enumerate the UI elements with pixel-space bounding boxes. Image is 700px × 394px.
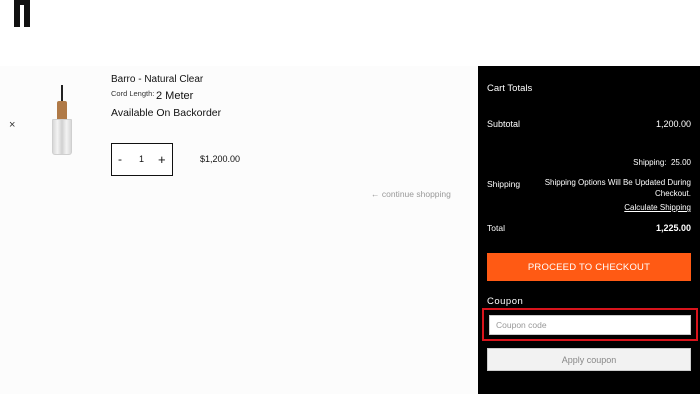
cord-length-value: 2 Meter	[156, 90, 194, 102]
coupon-code-input[interactable]	[489, 315, 691, 335]
quantity-value[interactable]: 1	[139, 154, 144, 164]
shipping-label: Shipping	[487, 179, 521, 189]
cord-length-label: Cord Length:	[111, 89, 155, 98]
quantity-stepper: - 1 +	[111, 143, 173, 176]
product-thumbnail[interactable]	[44, 85, 80, 157]
quantity-increase-button[interactable]: +	[158, 152, 166, 167]
quantity-decrease-button[interactable]: -	[118, 152, 122, 166]
subtotal-value: 1,200.00	[655, 119, 691, 129]
total-value: 1,225.00	[655, 223, 691, 233]
calculate-shipping-link[interactable]: Calculate Shipping	[624, 203, 691, 212]
proceed-to-checkout-button[interactable]: PROCEED TO CHECKOUT	[487, 253, 691, 281]
shipping-note: Shipping Options Will Be Updated During …	[544, 178, 691, 198]
shipping-cost: Shipping: 25.00	[633, 158, 691, 167]
cart-totals-panel: Cart Totals Subtotal 1,200.00 Shipping: …	[478, 66, 700, 394]
logo-icon[interactable]	[14, 0, 30, 27]
coupon-field-highlight	[482, 308, 698, 341]
coupon-title: Coupon	[487, 296, 524, 307]
total-label: Total	[487, 223, 505, 233]
subtotal-label: Subtotal	[487, 119, 521, 129]
product-name[interactable]: Barro - Natural Clear	[111, 74, 203, 85]
cart-totals-title: Cart Totals	[487, 83, 533, 94]
cart-items-section: × Barro - Natural Clear Cord Length: 2 M…	[0, 66, 478, 394]
continue-shopping-link[interactable]: ← continue shopping	[371, 189, 451, 199]
line-item-price: $1,200.00	[200, 154, 241, 164]
site-header	[0, 0, 700, 66]
remove-item-icon[interactable]: ×	[9, 119, 15, 131]
apply-coupon-button[interactable]: Apply coupon	[487, 348, 691, 371]
availability-status: Available On Backorder	[111, 107, 222, 119]
